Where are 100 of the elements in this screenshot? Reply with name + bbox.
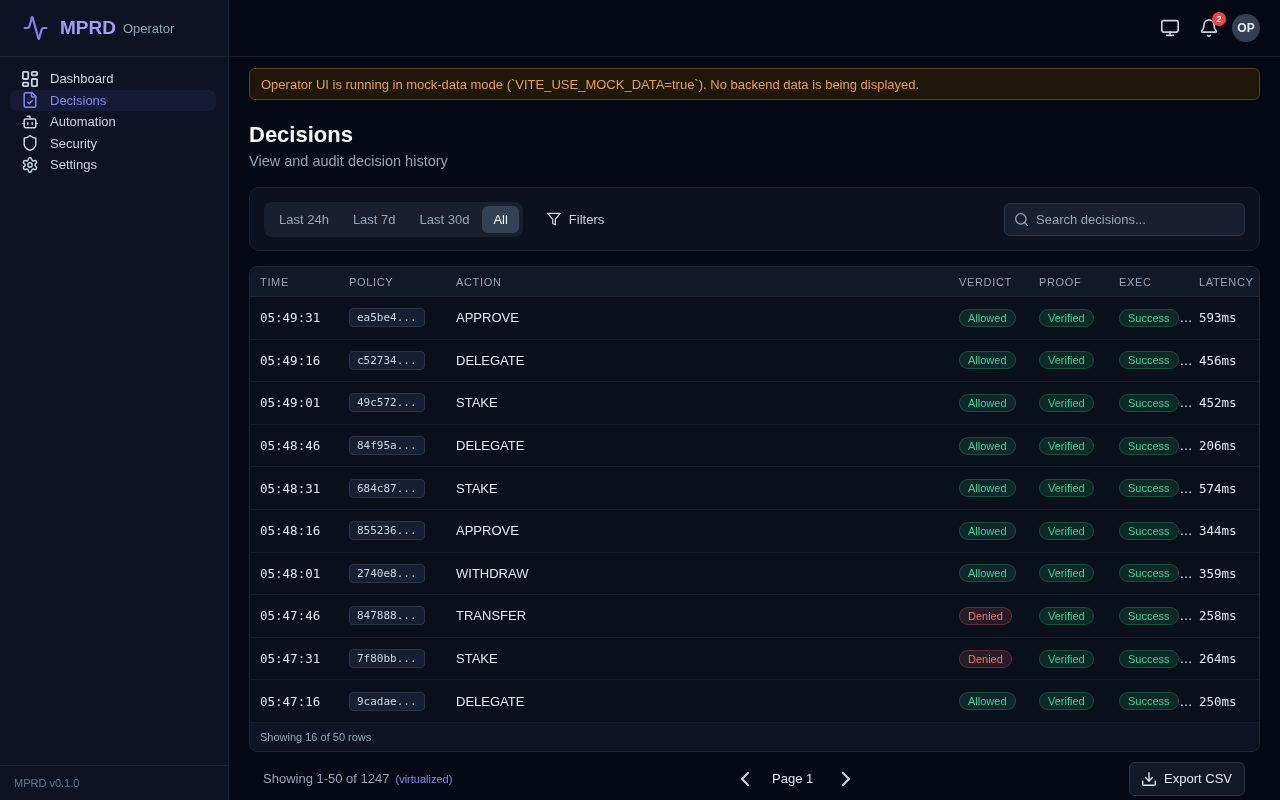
- page-subtitle: View and audit decision history: [249, 152, 449, 171]
- verdict-badge: Allowed: [959, 564, 1016, 583]
- truncation-ellipsis: …: [1179, 310, 1193, 326]
- policy-hash-tag: c52734...: [349, 350, 425, 370]
- decision-time: 05:49:16: [260, 352, 322, 368]
- sidebar-nav-item[interactable]: Settings: [10, 154, 216, 176]
- column-header: POLICY: [349, 275, 395, 288]
- action-name: STAKE: [456, 651, 499, 667]
- virtualized-note: (virtualized): [395, 773, 453, 786]
- truncation-ellipsis: …: [1179, 565, 1193, 581]
- action-name: STAKE: [456, 480, 499, 496]
- truncation-ellipsis: …: [1179, 608, 1193, 624]
- bell-icon[interactable]: [1200, 19, 1218, 37]
- policy-hash-tag: 855236...: [349, 521, 425, 541]
- policy-hash-tag: 7f80bb...: [349, 649, 425, 669]
- policy-hash-tag: 2740e8...: [349, 563, 425, 583]
- policy-hash-tag: 684c87...: [349, 478, 425, 498]
- column-header: LATENCY: [1199, 275, 1255, 288]
- latency-value: 206ms: [1199, 438, 1238, 454]
- filters-button[interactable]: Filters: [544, 205, 607, 233]
- proof-badge: Verified: [1039, 394, 1094, 412]
- brand-subtitle: Operator: [122, 20, 175, 36]
- verdict-badge: Allowed: [959, 436, 1016, 455]
- monitor-icon[interactable]: [1161, 19, 1179, 37]
- verdict-badge: Denied: [959, 606, 1012, 625]
- proof-badge: Verified: [1039, 521, 1094, 540]
- column-header: EXEC: [1119, 275, 1153, 288]
- pulse-logo-icon: [22, 16, 49, 40]
- proof-badge: Verified: [1039, 649, 1094, 668]
- truncation-ellipsis: …: [1179, 523, 1193, 539]
- time-range-tab[interactable]: Last 30d: [408, 205, 481, 233]
- sidebar-nav-item[interactable]: Decisions: [10, 89, 216, 111]
- action-name: STAKE: [456, 395, 499, 411]
- table-footer: Showing 16 of 50 rows: [250, 722, 1259, 751]
- dashboard-grid-icon: [22, 70, 38, 87]
- time-range-tab[interactable]: Last 24h: [268, 205, 340, 233]
- sidebar-nav-item[interactable]: Automation: [10, 111, 216, 133]
- proof-badge: Verified: [1039, 308, 1094, 327]
- chevron-left-icon[interactable]: [738, 771, 752, 786]
- latency-value: 359ms: [1199, 565, 1238, 581]
- policy-hash-tag: 84f95a...: [349, 436, 425, 456]
- mock-data-warning-banner: Operator UI is running in mock-data mode (`VITE_USE_MOCK_DATA=true`). No backend data is being displayed.: [249, 68, 1260, 100]
- proof-badge: Verified: [1039, 564, 1094, 583]
- export-csv-button[interactable]: Export CSV: [1129, 761, 1245, 796]
- latency-value: 593ms: [1199, 310, 1238, 326]
- decision-time: 05:48:16: [260, 523, 322, 539]
- notification-count-badge: 2: [1212, 12, 1226, 26]
- policy-hash-tag: 9cadae...: [349, 691, 425, 711]
- brand-name: MPRD: [60, 17, 116, 39]
- search-icon: [1015, 212, 1028, 226]
- latency-value: 452ms: [1199, 395, 1238, 411]
- action-name: DELEGATE: [456, 438, 526, 454]
- time-range-tab[interactable]: All: [482, 205, 519, 233]
- decision-time: 05:48:31: [260, 480, 322, 496]
- verdict-badge: Allowed: [959, 351, 1016, 370]
- document-check-icon: [22, 92, 38, 109]
- decision-time: 05:48:01: [260, 565, 322, 581]
- column-header: TIME: [260, 275, 290, 288]
- latency-value: 344ms: [1199, 523, 1238, 539]
- action-name: APPROVE: [456, 523, 520, 539]
- verdict-badge: Allowed: [959, 521, 1016, 540]
- exec-badge: Success: [1119, 606, 1179, 625]
- download-icon: [1142, 771, 1157, 786]
- proof-badge: Verified: [1039, 692, 1094, 711]
- latency-value: 456ms: [1199, 352, 1238, 368]
- truncation-ellipsis: …: [1179, 651, 1193, 667]
- policy-hash-tag: ea5be4...: [349, 308, 425, 328]
- exec-badge: Success: [1119, 308, 1179, 327]
- exec-badge: Success: [1119, 649, 1179, 668]
- decision-time: 05:49:01: [260, 395, 322, 411]
- action-name: APPROVE: [456, 310, 520, 326]
- action-name: DELEGATE: [456, 352, 526, 368]
- latency-value: 574ms: [1199, 480, 1238, 496]
- exec-badge: Success: [1119, 564, 1179, 583]
- verdict-badge: Allowed: [959, 308, 1016, 327]
- sidebar-nav-item[interactable]: Dashboard: [10, 68, 216, 90]
- time-range-tab[interactable]: Last 7d: [341, 205, 407, 233]
- exec-badge: Success: [1119, 521, 1179, 540]
- truncation-ellipsis: …: [1179, 480, 1193, 496]
- user-avatar[interactable]: OP: [1232, 14, 1260, 42]
- filter-funnel-icon: [546, 212, 561, 226]
- policy-hash-tag: 847888...: [349, 606, 425, 626]
- search-field[interactable]: Search decisions...: [1004, 202, 1245, 236]
- proof-badge: Verified: [1039, 351, 1094, 370]
- settings-icon: [22, 156, 38, 173]
- sidebar-nav-item[interactable]: Security: [10, 132, 216, 154]
- shield-icon: [22, 135, 38, 152]
- exec-badge: Success: [1119, 436, 1179, 455]
- decision-time: 05:47:46: [260, 608, 322, 624]
- page-indicator: Page 1: [772, 771, 814, 787]
- truncation-ellipsis: …: [1179, 693, 1193, 709]
- proof-badge: Verified: [1039, 479, 1094, 498]
- proof-badge: Verified: [1039, 606, 1094, 625]
- verdict-badge: Allowed: [959, 479, 1016, 498]
- truncation-ellipsis: …: [1179, 438, 1193, 454]
- verdict-badge: Allowed: [959, 394, 1016, 412]
- latency-value: 264ms: [1199, 651, 1238, 667]
- truncation-ellipsis: …: [1179, 395, 1193, 411]
- policy-hash-tag: 49c572...: [349, 393, 425, 413]
- exec-badge: Success: [1119, 692, 1179, 711]
